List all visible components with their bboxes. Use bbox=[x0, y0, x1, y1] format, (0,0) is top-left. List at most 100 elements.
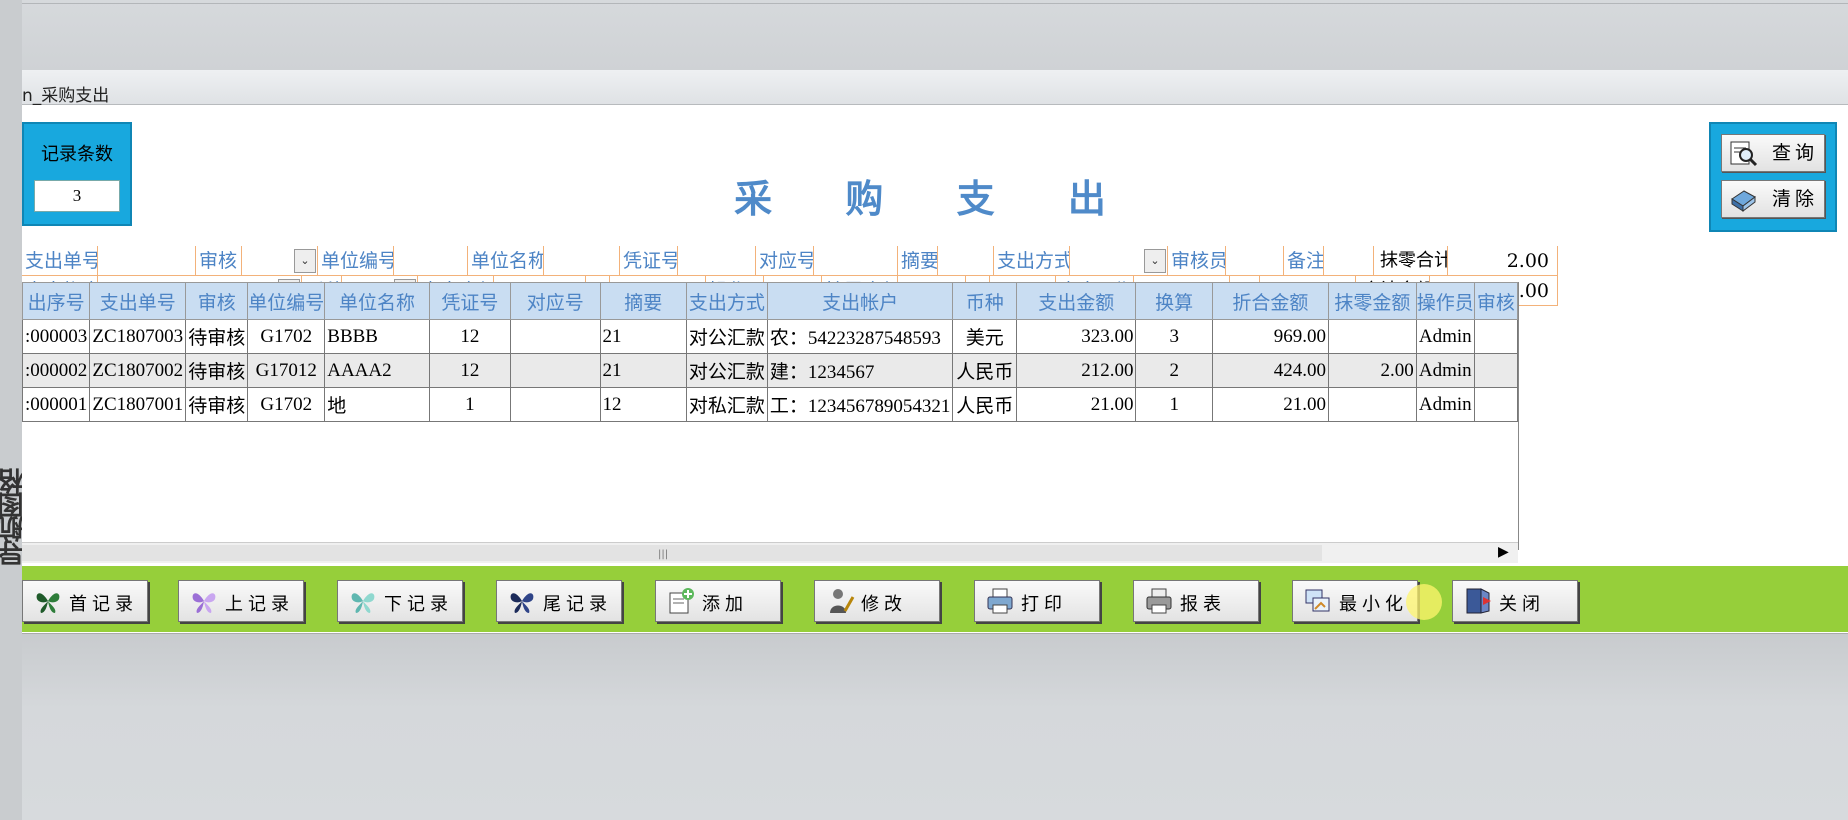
column-header[interactable]: 单位名称 bbox=[324, 282, 430, 320]
cell-unit-name[interactable]: AAAA2 bbox=[324, 353, 430, 388]
voucher-input[interactable] bbox=[678, 246, 756, 276]
summary-input[interactable] bbox=[938, 246, 994, 276]
scroll-right-arrow-icon[interactable]: ▶ bbox=[1498, 544, 1514, 562]
horizontal-scrollbar[interactable]: ||| ▶ bbox=[22, 542, 1518, 563]
cell-voucher[interactable]: 1 bbox=[428, 387, 511, 422]
cell-unit-code[interactable]: G1702 bbox=[247, 319, 326, 354]
magnifier-document-icon bbox=[1730, 141, 1758, 167]
cell-amount[interactable]: 323.00 bbox=[1016, 319, 1137, 354]
cell-unit-name[interactable]: 地 bbox=[324, 387, 430, 422]
cell-pay-method[interactable]: 对公汇款 bbox=[685, 319, 768, 354]
column-header[interactable]: 出序号 bbox=[22, 282, 91, 320]
counter-no-input[interactable] bbox=[814, 246, 898, 276]
column-header[interactable]: 折合金额 bbox=[1211, 282, 1329, 320]
column-header[interactable]: 换算 bbox=[1135, 282, 1213, 320]
edit-button[interactable]: 修改 bbox=[814, 580, 940, 622]
cell-account[interactable]: 农：54223287548593 bbox=[766, 319, 954, 354]
cell-operator[interactable]: Admin bbox=[1415, 387, 1475, 422]
pay-method-select[interactable]: ⌄ bbox=[1070, 246, 1168, 276]
column-header[interactable]: 支出单号 bbox=[89, 282, 187, 320]
remark-input[interactable] bbox=[1324, 246, 1374, 276]
scrollbar-thumb[interactable] bbox=[22, 545, 1322, 561]
cell-rate[interactable]: 1 bbox=[1135, 387, 1213, 422]
add-button[interactable]: 添加 bbox=[655, 580, 781, 622]
cell-unit-name[interactable]: BBBB bbox=[324, 319, 430, 354]
cell-pay-method[interactable]: 对私汇款 bbox=[685, 387, 768, 422]
cell-rate[interactable]: 2 bbox=[1135, 353, 1213, 388]
auditor-input[interactable] bbox=[1226, 246, 1284, 276]
column-header[interactable]: 操作员 bbox=[1415, 282, 1475, 320]
cell-converted[interactable]: 969.00 bbox=[1211, 319, 1329, 354]
cell-audit[interactable]: 待审核 bbox=[185, 353, 249, 388]
column-header[interactable]: 支出帐户 bbox=[766, 282, 954, 320]
cell-counter-no[interactable] bbox=[509, 319, 601, 354]
chevron-down-icon[interactable]: ⌄ bbox=[294, 249, 316, 273]
cell-operator[interactable]: Admin bbox=[1415, 319, 1475, 354]
cell-seq[interactable]: :000001 bbox=[22, 387, 91, 422]
cell-account[interactable]: 建：1234567 bbox=[766, 353, 954, 388]
cell-summary[interactable]: 12 bbox=[599, 387, 687, 422]
cell-counter-no[interactable] bbox=[509, 353, 601, 388]
cell-audit[interactable]: 待审核 bbox=[185, 387, 249, 422]
cell-pay-method[interactable]: 对公汇款 bbox=[685, 353, 768, 388]
cell-voucher[interactable]: 12 bbox=[428, 319, 511, 354]
print-button[interactable]: 打印 bbox=[974, 580, 1100, 622]
cell-converted[interactable]: 424.00 bbox=[1211, 353, 1329, 388]
column-header[interactable]: 对应号 bbox=[509, 282, 601, 320]
voucher-no-input[interactable] bbox=[98, 246, 196, 276]
unit-name-input[interactable] bbox=[544, 246, 620, 276]
next-record-button[interactable]: 下记录 bbox=[337, 580, 463, 622]
cell-currency[interactable]: 人民币 bbox=[952, 387, 1018, 422]
cell-currency[interactable]: 美元 bbox=[952, 319, 1018, 354]
report-button[interactable]: 报表 bbox=[1133, 580, 1259, 622]
cell-operator[interactable]: Admin bbox=[1415, 353, 1475, 388]
cell-round[interactable]: 2.00 bbox=[1327, 353, 1417, 388]
first-record-button[interactable]: 首记录 bbox=[22, 580, 148, 622]
cell-voucher-no[interactable]: ZC1807001 bbox=[89, 387, 187, 422]
column-header[interactable]: 凭证号 bbox=[428, 282, 511, 320]
column-header[interactable]: 支出方式 bbox=[685, 282, 768, 320]
cell-round[interactable] bbox=[1327, 319, 1417, 354]
cell-unit-code[interactable]: G1702 bbox=[247, 387, 326, 422]
cell-summary[interactable]: 21 bbox=[599, 353, 687, 388]
cell-unit-code[interactable]: G17012 bbox=[247, 353, 326, 388]
column-header[interactable]: 摘要 bbox=[599, 282, 687, 320]
cell-amount[interactable]: 21.00 bbox=[1016, 387, 1137, 422]
cell-audited[interactable] bbox=[1473, 353, 1518, 388]
cell-audited[interactable] bbox=[1473, 387, 1518, 422]
unit-code-input[interactable] bbox=[394, 246, 468, 276]
column-header[interactable]: 审核 bbox=[185, 282, 249, 320]
column-header[interactable]: 单位编号 bbox=[247, 282, 326, 320]
clear-button[interactable]: 清除 bbox=[1721, 180, 1825, 218]
minimize-button[interactable]: 最小化 bbox=[1292, 580, 1418, 622]
cell-audited[interactable] bbox=[1473, 319, 1518, 354]
cell-counter-no[interactable] bbox=[509, 387, 601, 422]
previous-record-button[interactable]: 上记录 bbox=[178, 580, 304, 622]
cell-summary[interactable]: 21 bbox=[599, 319, 687, 354]
column-header[interactable]: 币种 bbox=[952, 282, 1018, 320]
column-header[interactable]: 抹零金额 bbox=[1327, 282, 1417, 320]
cell-converted[interactable]: 21.00 bbox=[1211, 387, 1329, 422]
cell-voucher-no[interactable]: ZC1807003 bbox=[89, 319, 187, 354]
navigation-strip[interactable]: 导航图格 bbox=[0, 0, 28, 820]
column-header[interactable]: 支出金额 bbox=[1016, 282, 1137, 320]
close-button[interactable]: 关闭 bbox=[1452, 580, 1578, 622]
cell-voucher-no[interactable]: ZC1807002 bbox=[89, 353, 187, 388]
table-row[interactable]: :000003 ZC1807003 待审核 G1702 BBBB 12 21 对… bbox=[22, 319, 1518, 354]
cell-seq[interactable]: :000003 bbox=[22, 319, 91, 354]
cell-round[interactable] bbox=[1327, 387, 1417, 422]
last-record-button[interactable]: 尾记录 bbox=[496, 580, 622, 622]
cell-amount[interactable]: 212.00 bbox=[1016, 353, 1137, 388]
table-row[interactable]: :000001 ZC1807001 待审核 G1702 地 1 12 对私汇款 … bbox=[22, 387, 1518, 422]
query-button[interactable]: 查询 bbox=[1721, 134, 1825, 172]
cell-audit[interactable]: 待审核 bbox=[185, 319, 249, 354]
cell-voucher[interactable]: 12 bbox=[428, 353, 511, 388]
audit-select[interactable]: ⌄ bbox=[242, 246, 318, 276]
table-row[interactable]: :000002 ZC1807002 待审核 G17012 AAAA2 12 21… bbox=[22, 353, 1518, 388]
chevron-down-icon[interactable]: ⌄ bbox=[1144, 249, 1166, 273]
cell-seq[interactable]: :000002 bbox=[22, 353, 91, 388]
column-header[interactable]: 审核 bbox=[1473, 282, 1518, 320]
cell-account[interactable]: 工：123456789054321 bbox=[766, 387, 954, 422]
cell-rate[interactable]: 3 bbox=[1135, 319, 1213, 354]
cell-currency[interactable]: 人民币 bbox=[952, 353, 1018, 388]
